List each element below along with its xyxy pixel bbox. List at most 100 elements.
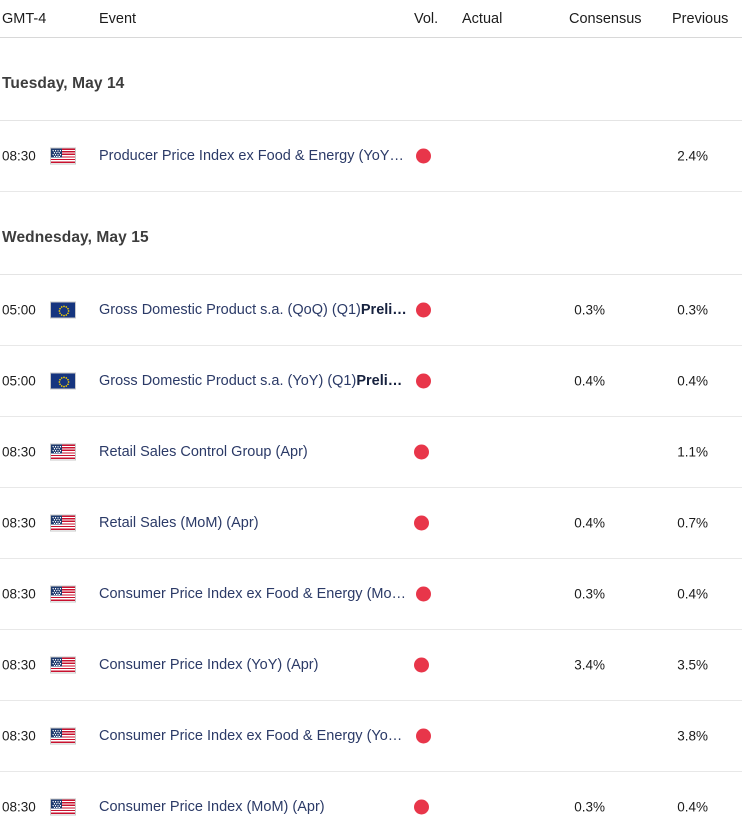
volatility-indicator [414, 799, 429, 815]
event-name-text: Retail Sales Control Group (Apr) [99, 444, 308, 460]
us-flag-icon [50, 514, 76, 532]
column-header-volatility[interactable]: Vol. [414, 11, 438, 27]
day-group-date-label: Tuesday, May 14 [2, 75, 125, 92]
volatility-dot-high [414, 799, 429, 815]
country-flag [50, 798, 76, 816]
calendar-header-row: GMT-4 Event Vol. Actual Consensus Previo… [0, 0, 742, 38]
country-flag [50, 147, 76, 165]
us-flag-icon [50, 585, 76, 603]
column-header-previous[interactable]: Previous [672, 11, 728, 27]
country-flag [50, 372, 76, 390]
event-name-link[interactable]: Consumer Price Index ex Food & Energy (Y… [99, 728, 417, 744]
day-group-date-label: Wednesday, May 15 [2, 229, 149, 246]
event-name-link[interactable]: Consumer Price Index ex Food & Energy (M… [99, 586, 417, 602]
us-flag-icon [50, 443, 76, 461]
event-name-text: Gross Domestic Product s.a. (QoQ) (Q1) [99, 302, 361, 318]
us-flag-icon [50, 147, 76, 165]
event-previous-value: 0.4% [677, 373, 708, 389]
column-header-actual[interactable]: Actual [462, 11, 502, 27]
event-name-qualifier: Preli… [356, 373, 403, 389]
calendar-event-row[interactable]: 08:30 Retail Sales (MoM) (Apr) 0.4% 0.7% [0, 488, 742, 559]
calendar-event-row[interactable]: 05:00 Gross Domestic Product s.a. (QoQ) (… [0, 275, 742, 346]
event-time: 08:30 [2, 444, 36, 460]
calendar-event-row[interactable]: 08:30 Consumer Price Index (YoY) (Apr) 3.4… [0, 630, 742, 701]
event-previous-value: 0.4% [677, 799, 708, 815]
calendar-day-group-header: Tuesday, May 14 [0, 38, 742, 121]
event-time: 08:30 [2, 657, 36, 673]
country-flag [50, 514, 76, 532]
event-name-text: Consumer Price Index ex Food & Energy (Y… [99, 728, 403, 744]
volatility-dot-high [416, 302, 431, 318]
us-flag-icon [50, 798, 76, 816]
event-previous-value: 0.4% [677, 586, 708, 602]
event-name-link[interactable]: Consumer Price Index (YoY) (Apr) [99, 657, 417, 673]
event-name-link[interactable]: Gross Domestic Product s.a. (YoY) (Q1)Pr… [99, 373, 417, 389]
event-name-text: Retail Sales (MoM) (Apr) [99, 515, 259, 531]
column-header-timezone[interactable]: GMT-4 [2, 11, 46, 27]
country-flag [50, 727, 76, 745]
event-name-text: Consumer Price Index (YoY) (Apr) [99, 657, 319, 673]
event-time: 08:30 [2, 586, 36, 602]
calendar-event-row[interactable]: 05:00 Gross Domestic Product s.a. (YoY) (… [0, 346, 742, 417]
volatility-dot-high [416, 148, 431, 164]
calendar-event-row[interactable]: 08:30 Consumer Price Index (MoM) (Apr) 0.3… [0, 772, 742, 835]
event-previous-value: 3.8% [677, 728, 708, 744]
event-name-link[interactable]: Retail Sales Control Group (Apr) [99, 444, 417, 460]
volatility-indicator [414, 515, 429, 531]
event-time: 05:00 [2, 302, 36, 318]
country-flag [50, 656, 76, 674]
event-consensus-value: 0.4% [574, 373, 605, 389]
event-name-link[interactable]: Gross Domestic Product s.a. (QoQ) (Q1)Pr… [99, 302, 417, 318]
event-time: 08:30 [2, 728, 36, 744]
volatility-dot-high [416, 728, 431, 744]
us-flag-icon [50, 656, 76, 674]
column-header-event[interactable]: Event [99, 11, 136, 27]
event-name-text: Gross Domestic Product s.a. (YoY) (Q1) [99, 373, 357, 389]
event-consensus-value: 0.3% [574, 586, 605, 602]
event-name-text: Consumer Price Index (MoM) (Apr) [99, 799, 325, 815]
country-flag [50, 301, 76, 319]
calendar-event-row[interactable]: 08:30 Consumer Price Index ex Food & Ener… [0, 559, 742, 630]
calendar-event-row[interactable]: 08:30 Retail Sales Control Group (Apr) 1.1… [0, 417, 742, 488]
column-header-consensus[interactable]: Consensus [569, 11, 642, 27]
country-flag [50, 585, 76, 603]
volatility-indicator [414, 657, 429, 673]
calendar-event-row[interactable]: 08:30 Producer Price Index ex Food & Ener… [0, 121, 742, 192]
calendar-event-row[interactable]: 08:30 Consumer Price Index ex Food & Ener… [0, 701, 742, 772]
event-time: 08:30 [2, 799, 36, 815]
event-consensus-value: 0.3% [574, 799, 605, 815]
event-name-qualifier: Preli… [360, 302, 407, 318]
volatility-indicator [416, 728, 431, 744]
volatility-dot-high [414, 444, 429, 460]
event-name-link[interactable]: Producer Price Index ex Food & Energy (Y… [99, 148, 417, 164]
country-flag [50, 443, 76, 461]
event-time: 08:30 [2, 148, 36, 164]
eu-flag-icon [50, 301, 76, 319]
event-previous-value: 2.4% [677, 148, 708, 164]
volatility-indicator [416, 302, 431, 318]
volatility-indicator [416, 148, 431, 164]
event-name-link[interactable]: Consumer Price Index (MoM) (Apr) [99, 799, 417, 815]
event-previous-value: 0.7% [677, 515, 708, 531]
event-previous-value: 0.3% [677, 302, 708, 318]
volatility-indicator [416, 586, 431, 602]
volatility-indicator [414, 444, 429, 460]
event-consensus-value: 3.4% [574, 657, 605, 673]
event-previous-value: 3.5% [677, 657, 708, 673]
volatility-dot-high [414, 657, 429, 673]
event-consensus-value: 0.4% [574, 515, 605, 531]
volatility-indicator [416, 373, 431, 389]
us-flag-icon [50, 727, 76, 745]
eu-flag-icon [50, 372, 76, 390]
event-name-text: Consumer Price Index ex Food & Energy (M… [99, 586, 407, 602]
calendar-day-group-header: Wednesday, May 15 [0, 192, 742, 275]
event-name-link[interactable]: Retail Sales (MoM) (Apr) [99, 515, 417, 531]
volatility-dot-high [416, 373, 431, 389]
event-previous-value: 1.1% [677, 444, 708, 460]
volatility-dot-high [416, 586, 431, 602]
event-consensus-value: 0.3% [574, 302, 605, 318]
event-time: 08:30 [2, 515, 36, 531]
event-time: 05:00 [2, 373, 36, 389]
calendar-body: Tuesday, May 14 08:30 Producer Price Index… [0, 38, 742, 835]
economic-calendar: GMT-4 Event Vol. Actual Consensus Previo… [0, 0, 742, 835]
